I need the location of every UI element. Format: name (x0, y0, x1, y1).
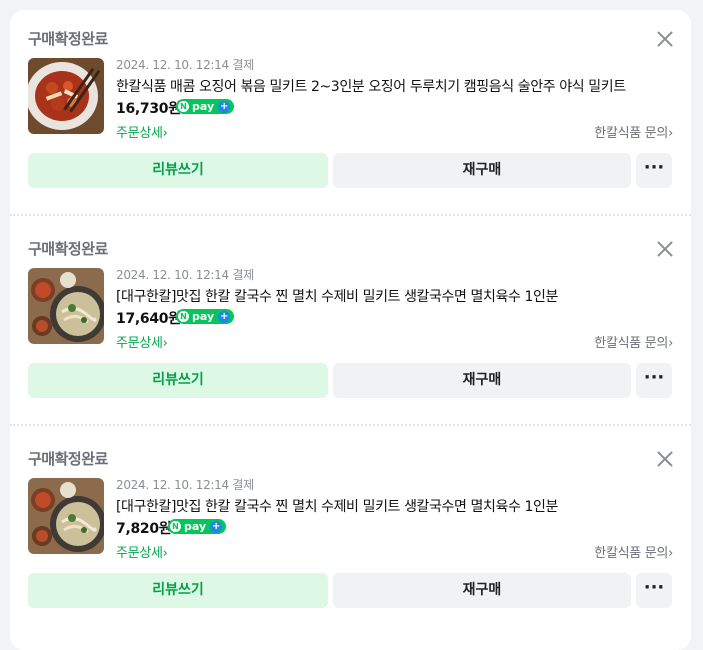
npay-n-icon: N (178, 311, 189, 322)
product-title[interactable]: [대구한칼]맛집 한칼 칼국수 찐 멸치 수제비 밀키트 생칼국수면 멸치육수 … (116, 496, 676, 516)
payment-date: 2024. 12. 10. 12:14 결제 (116, 58, 254, 72)
order-card: 구매확정완료 2024. 12. 10. 12:14 결제 [대구한칼]맛집 한… (10, 214, 691, 420)
npay-label: pay (192, 310, 215, 323)
npay-plus-icon: + (218, 100, 231, 113)
close-icon[interactable] (654, 238, 676, 260)
card-divider (10, 214, 691, 216)
more-options-button[interactable]: ··· (636, 363, 672, 398)
order-detail-link[interactable]: 주문상세› (116, 542, 168, 561)
card-divider (10, 424, 691, 426)
product-price: 7,820원 (116, 521, 172, 537)
write-review-button[interactable]: 리뷰쓰기 (28, 153, 328, 188)
npay-plus-icon: + (210, 520, 223, 533)
order-status: 구매확정완료 (28, 450, 108, 468)
npay-plus-icon: + (218, 310, 231, 323)
close-icon[interactable] (654, 448, 676, 470)
rebuy-button[interactable]: 재구매 (333, 153, 631, 188)
more-options-button[interactable]: ··· (636, 153, 672, 188)
write-review-button[interactable]: 리뷰쓰기 (28, 573, 328, 608)
product-thumbnail-kalguksu[interactable] (28, 478, 104, 554)
product-title[interactable]: [대구한칼]맛집 한칼 칼국수 찐 멸치 수제비 밀키트 생칼국수면 멸치육수 … (116, 286, 676, 306)
seller-inquiry-link[interactable]: 한칼식품 문의› (594, 332, 673, 351)
seller-inquiry-link[interactable]: 한칼식품 문의› (594, 122, 673, 141)
order-detail-link[interactable]: 주문상세› (116, 122, 168, 141)
npay-n-icon: N (178, 101, 189, 112)
rebuy-button[interactable]: 재구매 (333, 363, 631, 398)
write-review-button[interactable]: 리뷰쓰기 (28, 363, 328, 398)
order-list: 구매확정완료 2024. 12. 10. 12:14 결제 한칼식품 매콤 오징… (10, 10, 691, 650)
npay-label: pay (192, 100, 215, 113)
seller-inquiry-link[interactable]: 한칼식품 문의› (594, 542, 673, 561)
order-detail-link[interactable]: 주문상세› (116, 332, 168, 351)
order-card: 구매확정완료 2024. 12. 10. 12:14 결제 한칼식품 매콤 오징… (10, 10, 691, 210)
chevron-right-icon: › (668, 126, 673, 141)
chevron-right-icon: › (162, 546, 168, 561)
product-thumbnail-kalguksu[interactable] (28, 268, 104, 344)
product-price: 17,640원 (116, 311, 181, 327)
payment-date: 2024. 12. 10. 12:14 결제 (116, 268, 254, 282)
close-icon[interactable] (654, 28, 676, 50)
rebuy-button[interactable]: 재구매 (333, 573, 631, 608)
npay-label: pay (184, 520, 207, 533)
chevron-right-icon: › (162, 126, 168, 141)
chevron-right-icon: › (668, 336, 673, 351)
npay-badge: N pay + (176, 309, 235, 324)
chevron-right-icon: › (668, 546, 673, 561)
payment-date: 2024. 12. 10. 12:14 결제 (116, 478, 254, 492)
chevron-right-icon: › (162, 336, 168, 351)
npay-badge: N pay + (168, 519, 227, 534)
product-title[interactable]: 한칼식품 매콤 오징어 볶음 밀키트 2~3인분 오징어 두루치기 캠핑음식 술… (116, 76, 676, 96)
order-status: 구매확정완료 (28, 30, 108, 48)
product-price: 16,730원 (116, 101, 181, 117)
npay-badge: N pay + (176, 99, 235, 114)
order-card: 구매확정완료 2024. 12. 10. 12:14 결제 [대구한칼]맛집 한… (10, 424, 691, 630)
npay-n-icon: N (170, 521, 181, 532)
product-thumbnail-squid-stirfry[interactable] (28, 58, 104, 134)
more-options-button[interactable]: ··· (636, 573, 672, 608)
order-status: 구매확정완료 (28, 240, 108, 258)
